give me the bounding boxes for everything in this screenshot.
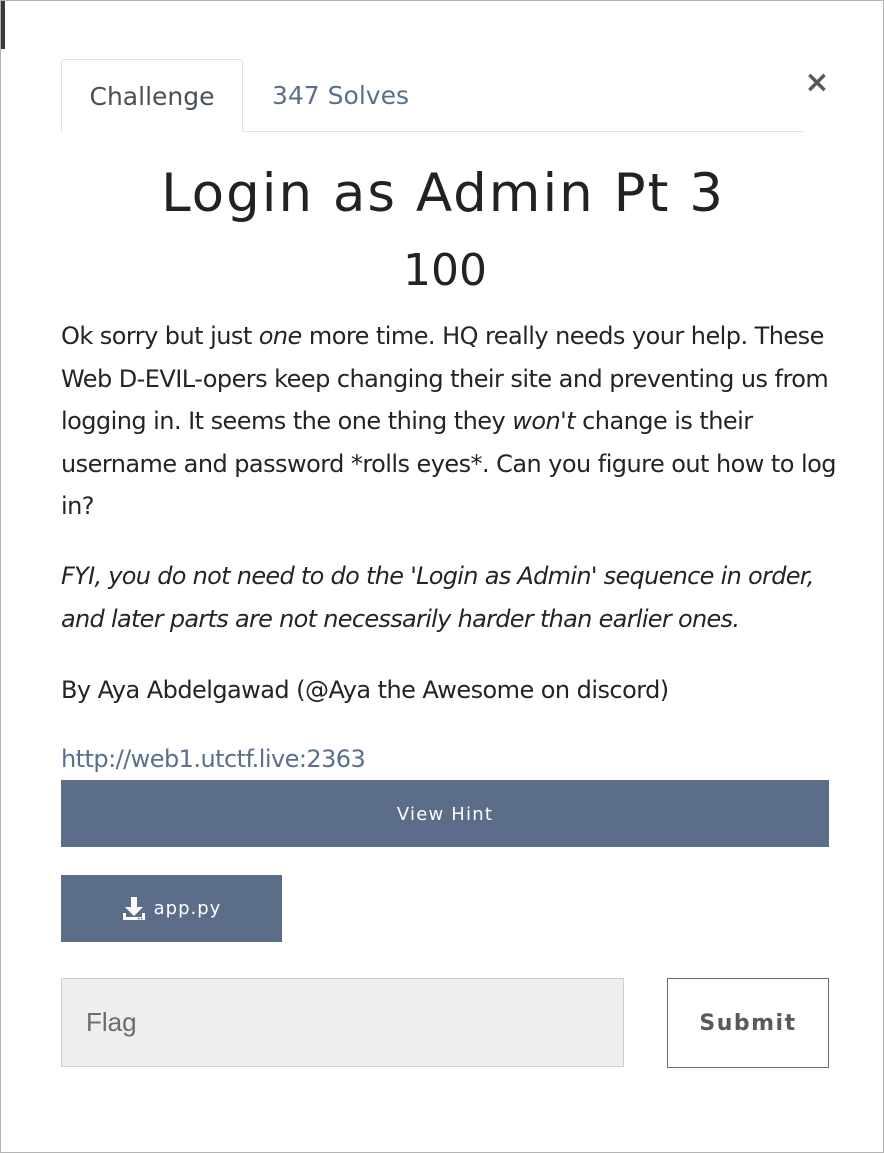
background-edge — [1, 1, 5, 49]
modal-tabs: Challenge 347 Solves — [61, 59, 803, 132]
description-emphasis: won't — [512, 407, 576, 435]
fyi-note: FYI, you do not need to do the 'Login as… — [61, 562, 814, 633]
tab-challenge[interactable]: Challenge — [61, 59, 243, 132]
author-credit: By Aya Abdelgawad (@Aya the Awesome on d… — [61, 676, 669, 704]
description-text: Ok sorry but just — [61, 322, 259, 350]
close-button[interactable]: × — [801, 63, 833, 103]
submit-button[interactable]: Submit — [667, 978, 829, 1068]
challenge-points: 100 — [403, 245, 487, 296]
tab-solves[interactable]: 347 Solves — [272, 59, 409, 131]
flag-input[interactable] — [61, 978, 624, 1067]
view-hint-button[interactable]: View Hint — [61, 780, 829, 847]
challenge-modal: Challenge 347 Solves × Login as Admin Pt… — [0, 0, 884, 1153]
download-file-button[interactable]: app.py — [61, 875, 282, 942]
challenge-description: Ok sorry but just one more time. HQ real… — [61, 315, 851, 528]
description-emphasis: one — [258, 322, 303, 350]
challenge-title: Login as Admin Pt 3 — [161, 163, 725, 224]
download-icon — [122, 896, 146, 922]
file-name-label: app.py — [153, 898, 222, 919]
challenge-link[interactable]: http://web1.utctf.live:2363 — [61, 738, 366, 780]
